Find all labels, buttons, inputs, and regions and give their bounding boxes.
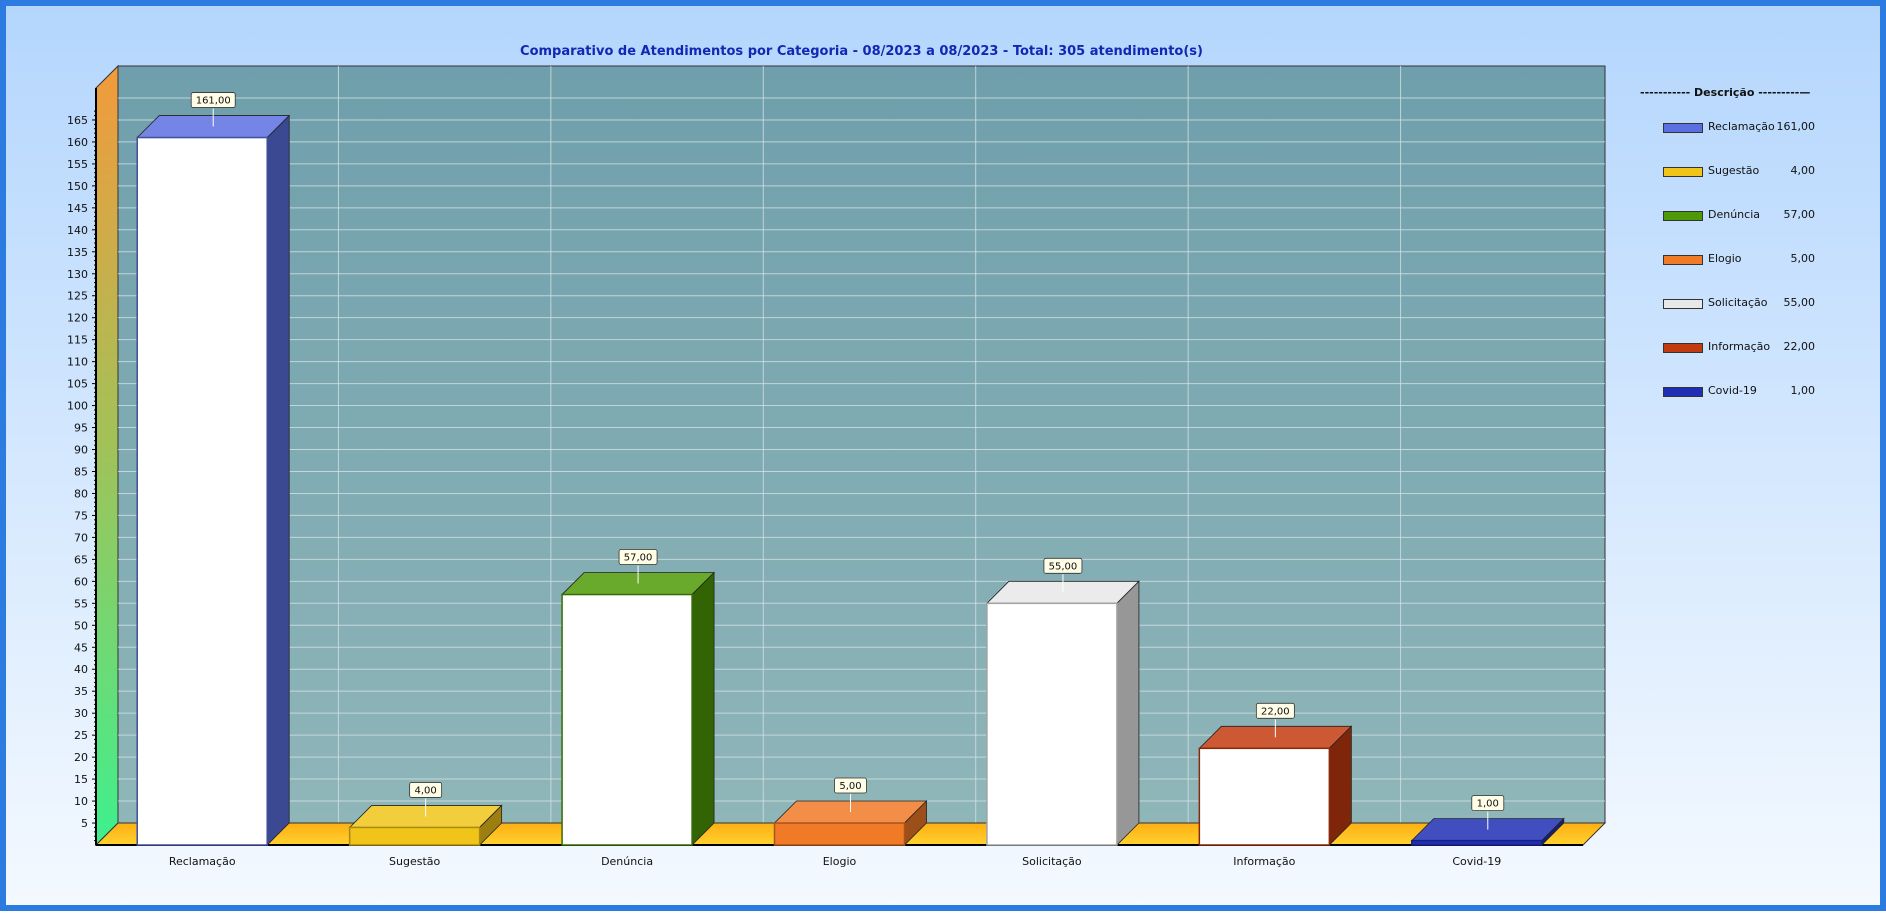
- y-tick-label: 105: [67, 378, 88, 391]
- plot-area: [117, 65, 1606, 824]
- bar-side: [691, 571, 715, 846]
- y-tick-label: 35: [74, 685, 88, 698]
- y-tick-label: 145: [67, 202, 88, 215]
- x-tick-label: Denúncia: [601, 855, 653, 868]
- y-tick-label: 90: [74, 444, 88, 457]
- data-label: 1,00: [1477, 799, 1499, 810]
- legend-label: Reclamação: [1708, 120, 1775, 133]
- y-tick-label: 30: [74, 707, 88, 720]
- y-tick-label: 135: [67, 246, 88, 259]
- x-tick-label: Covid-19: [1452, 855, 1501, 868]
- legend-swatch: [1663, 211, 1703, 221]
- y-tick-label: 140: [67, 224, 88, 237]
- legend-item: Solicitação 55,00: [1663, 296, 1815, 312]
- y-tick-label: 15: [74, 773, 88, 786]
- legend-item: Covid-19 1,00: [1663, 384, 1815, 400]
- y-tick-label: 40: [74, 663, 88, 676]
- bar: [136, 136, 268, 846]
- legend-value: 55,00: [1783, 296, 1816, 309]
- y-tick-label: 55: [74, 597, 88, 610]
- data-label: 5,00: [839, 781, 861, 792]
- y-tick-label: 95: [74, 422, 88, 435]
- data-label: 55,00: [1049, 561, 1078, 572]
- legend-label: Denúncia: [1708, 208, 1760, 221]
- data-label: 22,00: [1261, 706, 1290, 717]
- legend-swatch: [1663, 255, 1703, 265]
- data-label: 161,00: [196, 96, 231, 107]
- legend-swatch: [1663, 167, 1703, 177]
- y-tick-label: 75: [74, 509, 88, 522]
- y-tick-label: 100: [67, 400, 88, 413]
- y-tick-label: 80: [74, 487, 88, 500]
- y-tick-label: 125: [67, 290, 88, 303]
- bar: [1198, 747, 1331, 846]
- y-tick-label: 70: [74, 531, 88, 544]
- y-tick-label: 165: [67, 114, 88, 127]
- bar: [986, 602, 1118, 846]
- legend-label: Solicitação: [1708, 296, 1768, 309]
- y-tick-label: 5: [81, 817, 88, 830]
- legend-item: Sugestão 4,00: [1663, 164, 1815, 180]
- x-tick-label: Elogio: [823, 855, 857, 868]
- bar: [773, 822, 906, 846]
- legend-value: 57,00: [1783, 208, 1816, 221]
- y-tick-label: 85: [74, 466, 88, 479]
- bar: [348, 826, 481, 846]
- chart-title: Comparativo de Atendimentos por Categori…: [520, 44, 1203, 59]
- y-tick-label: 130: [67, 268, 88, 281]
- y-tick-label: 25: [74, 729, 88, 742]
- y-tick-label: 50: [74, 619, 88, 632]
- y-tick-label: 160: [67, 136, 88, 149]
- data-label: 57,00: [624, 553, 653, 564]
- legend-value: 22,00: [1783, 340, 1816, 353]
- legend-item: Elogio 5,00: [1663, 252, 1815, 268]
- y-tick-label: 10: [74, 795, 88, 808]
- legend-label: Covid-19: [1708, 384, 1757, 397]
- x-tick-label: Informação: [1233, 855, 1295, 868]
- chart-frame: Comparativo de Atendimentos por Categori…: [0, 0, 1886, 911]
- legend-value: 4,00: [1790, 164, 1816, 177]
- legend-item: Informação 22,00: [1663, 340, 1815, 356]
- legend-value: 161,00: [1776, 120, 1816, 133]
- bar-side: [1116, 580, 1140, 846]
- y-tick-label: 110: [67, 356, 88, 369]
- y-tick-label: 60: [74, 575, 88, 588]
- legend-value: 5,00: [1790, 252, 1816, 265]
- legend-swatch: [1663, 387, 1703, 397]
- legend-label: Elogio: [1708, 252, 1742, 265]
- legend-swatch: [1663, 299, 1703, 309]
- bar: [1411, 839, 1543, 846]
- legend-item: Denúncia 57,00: [1663, 208, 1815, 224]
- x-tick-label: Sugestão: [389, 855, 440, 868]
- y-tick-label: 65: [74, 553, 88, 566]
- legend-swatch: [1663, 343, 1703, 353]
- y-tick-label: 115: [67, 334, 88, 347]
- bar: [561, 593, 693, 846]
- legend-title: ----------- Descrição ---------—: [1640, 86, 1811, 99]
- legend-label: Sugestão: [1708, 164, 1760, 177]
- y-tick-label: 20: [74, 751, 88, 764]
- legend-swatch: [1663, 123, 1703, 133]
- legend-value: 1,00: [1790, 384, 1816, 397]
- y-tick-label: 155: [67, 158, 88, 171]
- y-tick-label: 45: [74, 641, 88, 654]
- bar-side: [266, 114, 290, 846]
- left-wall: [95, 64, 119, 847]
- data-label: 4,00: [415, 785, 437, 796]
- y-tick-label: 120: [67, 312, 88, 325]
- y-tick-label: 150: [67, 180, 88, 193]
- x-tick-label: Reclamação: [169, 855, 236, 868]
- x-tick-label: Solicitação: [1022, 855, 1082, 868]
- legend-label: Informação: [1708, 340, 1771, 353]
- legend-item: Reclamação 161,00: [1663, 120, 1815, 136]
